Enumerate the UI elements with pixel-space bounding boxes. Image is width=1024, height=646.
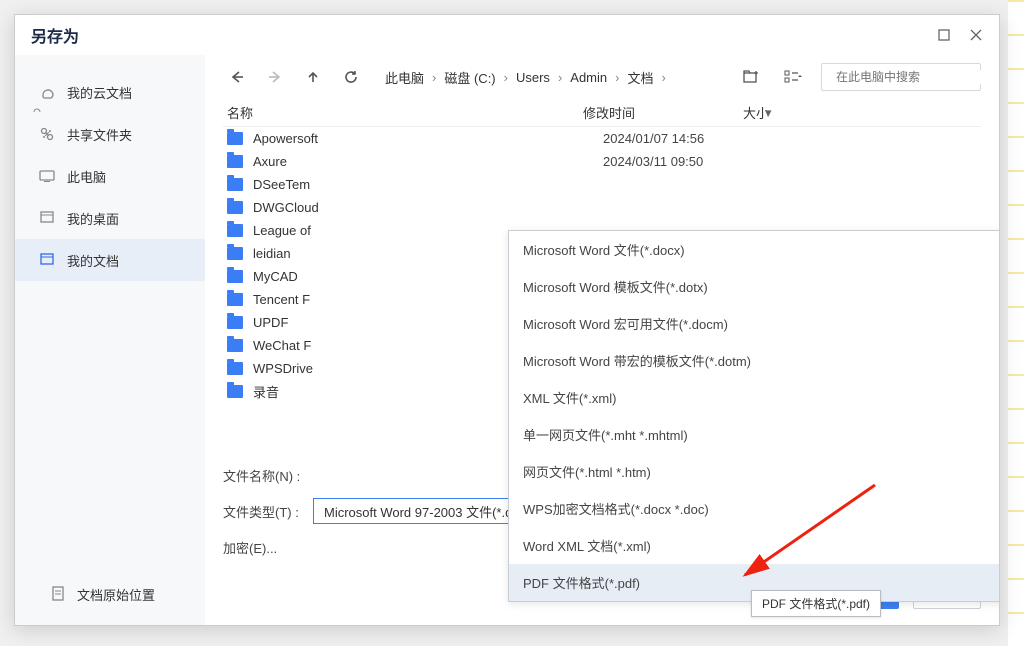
background-decoration — [1008, 0, 1024, 646]
document-icon — [51, 586, 67, 602]
folder-icon — [227, 201, 243, 214]
folder-icon — [227, 339, 243, 352]
sidebar-item[interactable]: 共享文件夹 — [15, 113, 205, 155]
sidebar-item-label: 我的文档 — [67, 251, 119, 270]
column-headers[interactable]: 名称 ▾ 修改时间 大小 — [223, 99, 981, 127]
file-row[interactable]: DSeeTem — [223, 173, 981, 196]
chevron-right-icon: › — [504, 70, 508, 85]
new-folder-icon[interactable] — [737, 63, 765, 91]
sidebar-icon — [39, 210, 55, 226]
chevron-right-icon: › — [432, 70, 436, 85]
save-as-dialog: 另存为 我的云文档共享文件夹此电脑我的桌面我的文档 此电脑›磁盘 (C:)›Us… — [14, 14, 1000, 626]
breadcrumb-item[interactable]: 磁盘 (C:) — [440, 66, 499, 89]
sidebar-icon — [39, 168, 55, 184]
folder-icon — [227, 155, 243, 168]
breadcrumb[interactable]: 此电脑 › 磁盘 (C:) › Users › Admin › 文档 › — [381, 66, 666, 89]
dialog-title: 另存为 — [31, 23, 79, 47]
breadcrumb-item[interactable]: 此电脑 — [381, 66, 428, 89]
dropdown-option[interactable]: XML 文件(*.xml) — [509, 379, 999, 416]
breadcrumb-item[interactable]: Users — [512, 68, 554, 87]
chevron-right-icon: › — [662, 70, 666, 85]
maximize-icon[interactable] — [937, 28, 951, 42]
file-row[interactable]: Apowersoft 2024/01/07 14:56 — [223, 127, 981, 150]
file-name: DWGCloud — [253, 200, 593, 215]
search-input[interactable] — [821, 63, 981, 91]
encrypt-button[interactable]: 加密(E)... — [223, 538, 277, 557]
file-name: DSeeTem — [253, 177, 593, 192]
dropdown-option[interactable]: 网页文件(*.html *.htm) — [509, 453, 999, 490]
dropdown-option[interactable]: Microsoft Word 带宏的模板文件(*.dotm) — [509, 342, 999, 379]
back-icon[interactable] — [223, 63, 251, 91]
filetype-value: Microsoft Word 97-2003 文件(*.doc) — [324, 502, 530, 521]
header-name[interactable]: 名称 — [223, 103, 583, 122]
forward-icon[interactable] — [261, 63, 289, 91]
dropdown-option[interactable]: Microsoft Word 模板文件(*.dotx) — [509, 268, 999, 305]
filename-label: 文件名称(N) : — [223, 466, 301, 485]
sidebar-icon — [39, 252, 55, 268]
filetype-label: 文件类型(T) : — [223, 502, 301, 521]
dropdown-option[interactable]: WPS加密文档格式(*.docx *.doc) — [509, 490, 999, 527]
dropdown-option[interactable]: Word XML 文档(*.xml) — [509, 527, 999, 564]
sidebar-item-label: 共享文件夹 — [67, 125, 132, 144]
folder-icon — [227, 362, 243, 375]
close-icon[interactable] — [969, 28, 983, 42]
refresh-icon[interactable] — [337, 63, 365, 91]
folder-icon — [227, 385, 243, 398]
folder-icon — [227, 270, 243, 283]
chevron-right-icon: › — [558, 70, 562, 85]
toolbar: 此电脑 › 磁盘 (C:) › Users › Admin › 文档 › — [223, 55, 981, 99]
sidebar-item-label: 我的桌面 — [67, 209, 119, 228]
file-modified: 2024/01/07 14:56 — [603, 131, 763, 146]
folder-icon — [227, 293, 243, 306]
breadcrumb-item[interactable]: 文档 — [623, 66, 657, 89]
folder-icon — [227, 247, 243, 260]
folder-icon — [227, 224, 243, 237]
file-name: Apowersoft — [253, 131, 593, 146]
file-row[interactable]: Axure 2024/03/11 09:50 — [223, 150, 981, 173]
breadcrumb-item[interactable]: Admin — [566, 68, 611, 87]
dropdown-option[interactable]: Microsoft Word 宏可用文件(*.docm) — [509, 305, 999, 342]
main-panel: 此电脑 › 磁盘 (C:) › Users › Admin › 文档 › 名称 ▾ 修改时间 大小… — [205, 55, 999, 625]
search-field[interactable] — [836, 70, 991, 84]
header-modified[interactable]: 修改时间 — [583, 103, 743, 122]
chevron-right-icon: › — [615, 70, 619, 85]
folder-icon — [227, 178, 243, 191]
sidebar-item-label: 我的云文档 — [67, 83, 132, 102]
file-row[interactable]: DWGCloud — [223, 196, 981, 219]
sidebar-item-label: 此电脑 — [67, 167, 106, 186]
folder-icon — [227, 316, 243, 329]
titlebar: 另存为 — [15, 15, 999, 55]
sort-indicator-icon: ▾ — [765, 105, 772, 121]
view-icon[interactable] — [779, 63, 807, 91]
sidebar-item[interactable]: 我的文档 — [15, 239, 205, 281]
dropdown-option[interactable]: 单一网页文件(*.mht *.mhtml) — [509, 416, 999, 453]
up-icon[interactable] — [299, 63, 327, 91]
filetype-dropdown[interactable]: Microsoft Word 文件(*.docx)Microsoft Word … — [508, 230, 999, 602]
sidebar-item[interactable]: 我的云文档 — [15, 71, 205, 113]
file-name: Axure — [253, 154, 593, 169]
restore-location-button[interactable]: 文档原始位置 — [51, 585, 155, 604]
header-size[interactable]: 大小 — [743, 103, 981, 122]
sidebar: 我的云文档共享文件夹此电脑我的桌面我的文档 — [15, 55, 205, 625]
folder-icon — [227, 132, 243, 145]
sidebar-icon — [39, 126, 55, 142]
dropdown-option[interactable]: Microsoft Word 文件(*.docx) — [509, 231, 999, 268]
file-modified: 2024/03/11 09:50 — [603, 154, 763, 169]
sidebar-icon — [39, 84, 55, 100]
tooltip: PDF 文件格式(*.pdf) — [751, 590, 881, 617]
sidebar-item[interactable]: 我的桌面 — [15, 197, 205, 239]
sidebar-item[interactable]: 此电脑 — [15, 155, 205, 197]
